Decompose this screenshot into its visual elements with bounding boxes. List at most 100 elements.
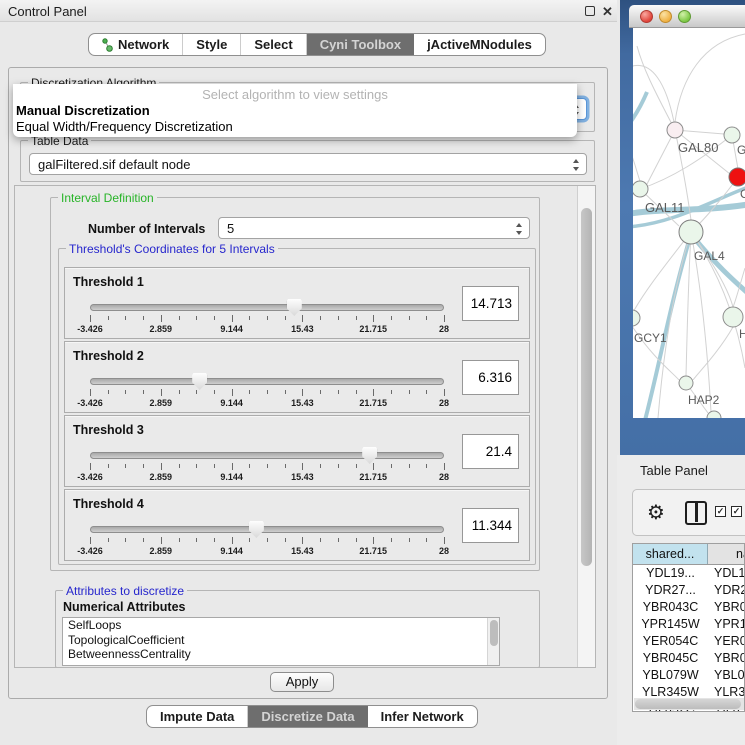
scale-label: -3.426 xyxy=(77,546,103,556)
slider-thumb[interactable] xyxy=(287,299,302,316)
cell-shared-name[interactable]: YDL19... xyxy=(633,565,708,582)
tab-impute-data[interactable]: Impute Data xyxy=(147,706,248,727)
tab-network[interactable]: Network xyxy=(89,34,183,55)
attribute-list-item[interactable]: SelfLoops xyxy=(63,618,499,633)
minimize-traffic-light-icon[interactable] xyxy=(659,10,672,23)
node-partial-top-right[interactable] xyxy=(724,127,740,143)
scale-label: -3.426 xyxy=(77,324,103,334)
node-partial-bottom[interactable] xyxy=(707,411,721,418)
zoom-traffic-light-icon[interactable] xyxy=(678,10,691,23)
cell-name[interactable]: YBR0 xyxy=(708,599,744,616)
table-row[interactable]: YBR043CYBR0 xyxy=(633,599,744,616)
table-row[interactable]: YBR045CYBR0 xyxy=(633,650,744,667)
table-data-combo[interactable]: galFiltered.sif default node xyxy=(29,153,587,175)
settings-vertical-scrollbar[interactable] xyxy=(577,186,595,667)
scrollbar-thumb[interactable] xyxy=(635,699,741,709)
node-red-selected[interactable] xyxy=(729,168,745,186)
node-label-partial: H xyxy=(739,327,745,341)
tab-label: jActiveMNodules xyxy=(427,37,532,52)
network-edge-teal xyxy=(633,92,647,124)
numerical-attributes-list[interactable]: SelfLoopsTopologicalCoefficientBetweenne… xyxy=(62,617,500,666)
cell-name[interactable]: YPR1 xyxy=(708,616,744,633)
node-gcy1[interactable] xyxy=(633,310,640,326)
network-canvas[interactable]: GAL80 GA C GAL11 GAL4 GCY1 H HAP2 xyxy=(633,28,745,418)
cell-name[interactable]: YER0 xyxy=(708,633,744,650)
slider-thumb[interactable] xyxy=(362,447,377,464)
attributes-list-scrollbar[interactable] xyxy=(487,618,499,665)
scrollbar-thumb[interactable] xyxy=(581,208,592,566)
threshold-value-field[interactable]: 6.316 xyxy=(462,360,519,395)
node-hap2[interactable] xyxy=(679,376,693,390)
threshold-value-field[interactable]: 11.344 xyxy=(462,508,519,543)
node-gal11[interactable] xyxy=(633,181,648,197)
checkbox-icon[interactable]: ✓ xyxy=(731,506,742,517)
scale-label: 2.859 xyxy=(150,546,173,556)
gear-icon[interactable]: ⚙ xyxy=(647,500,665,524)
table-horizontal-scrollbar[interactable] xyxy=(634,698,744,710)
table-row[interactable]: YPR145WYPR1 xyxy=(633,616,744,633)
tab-label: Discretize Data xyxy=(261,709,354,724)
tab-discretize-data[interactable]: Discretize Data xyxy=(248,706,367,727)
table-row[interactable]: YDR27...YDR2 xyxy=(633,582,744,599)
slider-track[interactable] xyxy=(90,526,444,533)
node-gal80[interactable] xyxy=(667,122,683,138)
cell-shared-name[interactable]: YBR043C xyxy=(633,599,708,616)
scale-label: 21.715 xyxy=(359,546,387,556)
attribute-list-item[interactable]: BetweennessCentrality xyxy=(63,647,499,662)
cell-shared-name[interactable]: YBR045C xyxy=(633,650,708,667)
threshold-row-3: Threshold 3-3.4262.8599.14415.4321.71528… xyxy=(64,415,530,487)
table-row[interactable]: YBL079WYBL0 xyxy=(633,667,744,684)
cell-shared-name[interactable]: YDR27... xyxy=(633,582,708,599)
num-intervals-combo[interactable]: 5 xyxy=(218,217,530,239)
cell-name[interactable]: YDL1 xyxy=(708,565,744,582)
tab-cyni-toolbox[interactable]: Cyni Toolbox xyxy=(307,34,414,55)
slider-track[interactable] xyxy=(90,452,444,459)
scale-label: 2.859 xyxy=(150,398,173,408)
threshold-row-1: Threshold 1-3.4262.8599.14415.4321.71528… xyxy=(64,267,530,339)
slider-track[interactable] xyxy=(90,378,444,385)
table-row[interactable]: YDL19...YDL1 xyxy=(633,565,744,582)
table-row[interactable]: YER054CYER0 xyxy=(633,633,744,650)
algorithm-dropdown-popup: Select algorithm to view settings Manual… xyxy=(13,84,577,137)
table-header-name[interactable]: name xyxy=(708,544,744,564)
cell-name[interactable]: YBL0 xyxy=(708,667,744,684)
scrollbar-thumb[interactable] xyxy=(490,620,498,646)
apply-button[interactable]: Apply xyxy=(270,672,334,692)
panel-title: Control Panel xyxy=(8,4,87,19)
dropdown-option-equal-width[interactable]: Equal Width/Frequency Discretization xyxy=(16,119,233,134)
threshold-value-field[interactable]: 21.4 xyxy=(462,434,519,469)
tab-select[interactable]: Select xyxy=(241,34,306,55)
cell-shared-name[interactable]: YBL079W xyxy=(633,667,708,684)
attribute-list-item[interactable]: TopologicalCoefficient xyxy=(63,633,499,648)
network-icon xyxy=(102,38,113,52)
table-header-shared[interactable]: shared... xyxy=(633,544,708,564)
slider-track[interactable] xyxy=(90,304,444,311)
checkbox-icon[interactable]: ✓ xyxy=(715,506,726,517)
cell-name[interactable]: YDR2 xyxy=(708,582,744,599)
spinner-arrows-icon xyxy=(515,222,524,236)
column-layout-icon[interactable] xyxy=(685,501,707,525)
slider-thumb[interactable] xyxy=(192,373,207,390)
tab-style[interactable]: Style xyxy=(183,34,241,55)
close-traffic-light-icon[interactable] xyxy=(640,10,653,23)
cell-shared-name[interactable]: YER054C xyxy=(633,633,708,650)
node-attribute-table[interactable]: shared... name YDL19...YDL1YDR27...YDR2Y… xyxy=(632,543,745,712)
scale-label: 28 xyxy=(439,324,449,334)
scale-label: 2.859 xyxy=(150,324,173,334)
threshold-value-field[interactable]: 14.713 xyxy=(462,286,519,321)
node-gal4[interactable] xyxy=(679,220,703,244)
tab-jactivemnodules[interactable]: jActiveMNodules xyxy=(414,34,545,55)
slider-thumb[interactable] xyxy=(249,521,264,538)
close-icon[interactable]: ✕ xyxy=(602,4,613,20)
cell-shared-name[interactable]: YPR145W xyxy=(633,616,708,633)
tab-infer-network[interactable]: Infer Network xyxy=(368,706,477,727)
dropdown-prompt: Select algorithm to view settings xyxy=(13,87,577,102)
dropdown-option-manual[interactable]: Manual Discretization xyxy=(16,103,150,118)
float-window-icon[interactable] xyxy=(585,6,595,16)
cell-name[interactable]: YBR0 xyxy=(708,650,744,667)
node-label-partial: GA xyxy=(737,143,745,157)
table-rows: YDL19...YDL1YDR27...YDR2YBR043CYBR0YPR14… xyxy=(633,565,744,712)
slider-ticks xyxy=(90,389,445,397)
network-window-titlebar[interactable] xyxy=(629,5,745,28)
node-partial-h[interactable] xyxy=(723,307,743,327)
